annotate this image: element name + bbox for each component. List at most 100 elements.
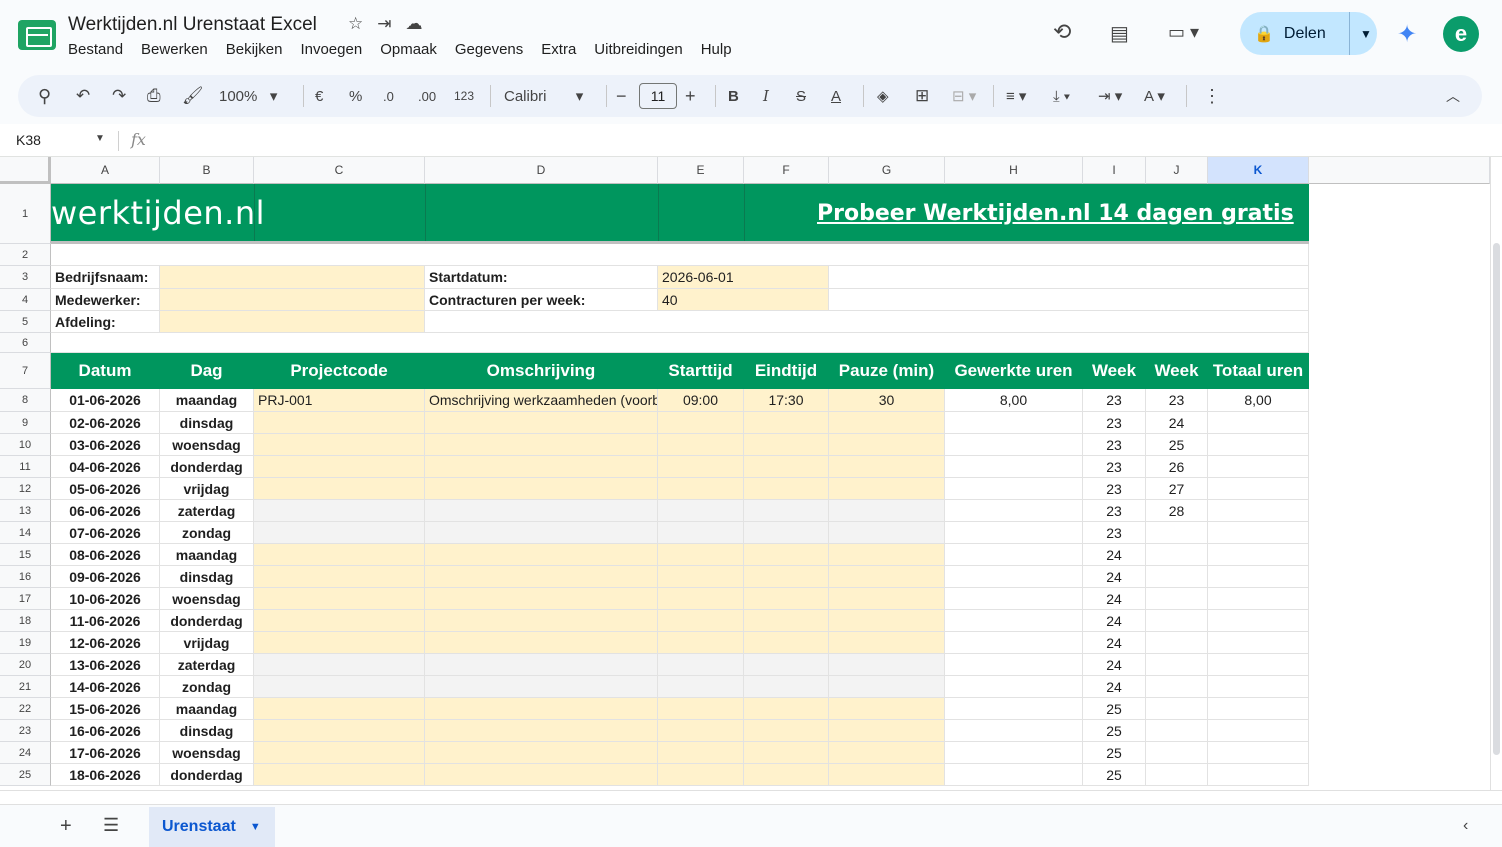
table-cell-start[interactable] [658,676,744,698]
table-cell-start[interactable] [658,742,744,764]
row-header-14[interactable]: 14 [0,522,51,544]
row-header-3[interactable]: 3 [0,266,51,289]
input-contracturen[interactable]: 40 [658,289,829,311]
table-cell-eind[interactable] [744,764,829,786]
table-cell-eind[interactable] [744,566,829,588]
table-cell-project[interactable] [254,544,425,566]
name-box[interactable]: K38 [16,132,41,148]
table-cell-omschrijving[interactable] [425,500,658,522]
table-header-11[interactable]: Totaal uren [1208,353,1309,389]
table-cell-project[interactable] [254,676,425,698]
vertical-align-icon[interactable]: ⤓ ▾ [1053,75,1070,117]
text-color-button[interactable]: A [831,75,841,117]
row-header-13[interactable]: 13 [0,500,51,522]
table-cell-pauze[interactable] [829,698,945,720]
gemini-icon[interactable]: ✦ [1397,20,1417,49]
merge-cells-icon[interactable]: ⊟ ▾ [952,75,976,117]
select-all-corner[interactable] [0,157,51,184]
table-cell-omschrijving[interactable] [425,588,658,610]
row-header-5[interactable]: 5 [0,311,51,333]
row-header-8[interactable]: 8 [0,389,51,412]
column-header-f[interactable]: F [744,157,829,184]
star-icon[interactable]: ☆ [348,14,363,34]
input-afdeling[interactable] [160,311,425,333]
collapse-toolbar-icon[interactable]: ︿ [1446,75,1460,117]
table-cell-eind[interactable] [744,588,829,610]
table-cell-omschrijving[interactable] [425,742,658,764]
table-cell-start[interactable] [658,522,744,544]
share-button[interactable]: 🔒 Delen ▼ [1240,12,1377,55]
table-cell-project[interactable] [254,478,425,500]
row-header-9[interactable]: 9 [0,412,51,434]
redo-icon[interactable]: ↷ [112,75,126,117]
column-header-k[interactable]: K [1208,157,1309,184]
row-header-16[interactable]: 16 [0,566,51,588]
paint-format-icon[interactable]: 🖌 [182,75,204,117]
table-cell-project[interactable] [254,522,425,544]
table-cell-pauze[interactable] [829,610,945,632]
table-cell-project[interactable] [254,742,425,764]
collapse-sidebar-icon[interactable]: ‹ [1463,817,1468,835]
menu-gegevens[interactable]: Gegevens [455,41,523,58]
row-header-19[interactable]: 19 [0,632,51,654]
table-cell-pauze[interactable] [829,456,945,478]
column-header-e[interactable]: E [658,157,744,184]
input-medewerker[interactable] [160,289,425,311]
font-select[interactable]: Calibri ▾ [504,75,583,117]
decrease-decimals-button[interactable]: .0 [383,75,394,117]
table-cell-start[interactable] [658,632,744,654]
table-cell-pauze[interactable] [829,434,945,456]
table-cell-eind[interactable] [744,632,829,654]
column-header-h[interactable]: H [945,157,1083,184]
table-cell-omschrijving[interactable] [425,698,658,720]
table-cell-omschrijving[interactable] [425,456,658,478]
horizontal-scrollbar[interactable] [0,790,1502,804]
table-cell-pauze[interactable]: 30 [829,389,945,412]
spreadsheet-grid[interactable]: A B C D E F G H I J K 1 werktijden.nl Probeer Werktij… [0,157,1502,790]
version-history-icon[interactable]: ⟲ [1053,19,1071,59]
table-header-10[interactable]: Week [1146,353,1208,389]
row-header-23[interactable]: 23 [0,720,51,742]
fill-color-icon[interactable]: ◈ [877,75,889,117]
table-cell-pauze[interactable] [829,654,945,676]
row-header-4[interactable]: 4 [0,289,51,311]
undo-icon[interactable]: ↶ [76,75,90,117]
table-cell-omschrijving[interactable] [425,654,658,676]
increase-decimals-button[interactable]: .00 [418,75,436,117]
table-cell-eind[interactable] [744,720,829,742]
table-cell-eind[interactable] [744,412,829,434]
table-cell-start[interactable] [658,588,744,610]
table-cell-project[interactable] [254,566,425,588]
table-cell-omschrijving[interactable]: Omschrijving werkzaamheden (voorbeeld) [425,389,658,412]
row-header-24[interactable]: 24 [0,742,51,764]
table-header-5[interactable]: Starttijd [658,353,744,389]
table-cell-project[interactable] [254,632,425,654]
zoom-select[interactable]: 100% ▾ [219,75,277,117]
menu-bekijken[interactable]: Bekijken [226,41,283,58]
table-cell-pauze[interactable] [829,544,945,566]
table-cell-project[interactable] [254,698,425,720]
column-header-j[interactable]: J [1146,157,1208,184]
table-cell-eind[interactable] [744,610,829,632]
more-options-icon[interactable]: ⋮ [1203,75,1221,117]
number-format-button[interactable]: 123 [454,75,474,117]
menu-uitbreidingen[interactable]: Uitbreidingen [594,41,682,58]
table-cell-eind[interactable] [744,434,829,456]
percent-button[interactable]: % [349,75,362,117]
column-header-i[interactable]: I [1083,157,1146,184]
table-cell-eind[interactable] [744,698,829,720]
table-cell-eind[interactable] [744,522,829,544]
table-cell-start[interactable] [658,500,744,522]
table-cell-start[interactable] [658,412,744,434]
table-cell-pauze[interactable] [829,522,945,544]
table-cell-pauze[interactable] [829,632,945,654]
table-cell-project[interactable] [254,764,425,786]
font-size-field[interactable]: 11 [639,83,677,109]
table-cell-eind[interactable] [744,544,829,566]
table-header-9[interactable]: Week [1083,353,1146,389]
menu-hulp[interactable]: Hulp [701,41,732,58]
table-cell-project[interactable] [254,412,425,434]
row-header-22[interactable]: 22 [0,698,51,720]
document-title[interactable]: Werktijden.nl Urenstaat Excel [68,14,317,36]
column-header-a[interactable]: A [51,157,160,184]
